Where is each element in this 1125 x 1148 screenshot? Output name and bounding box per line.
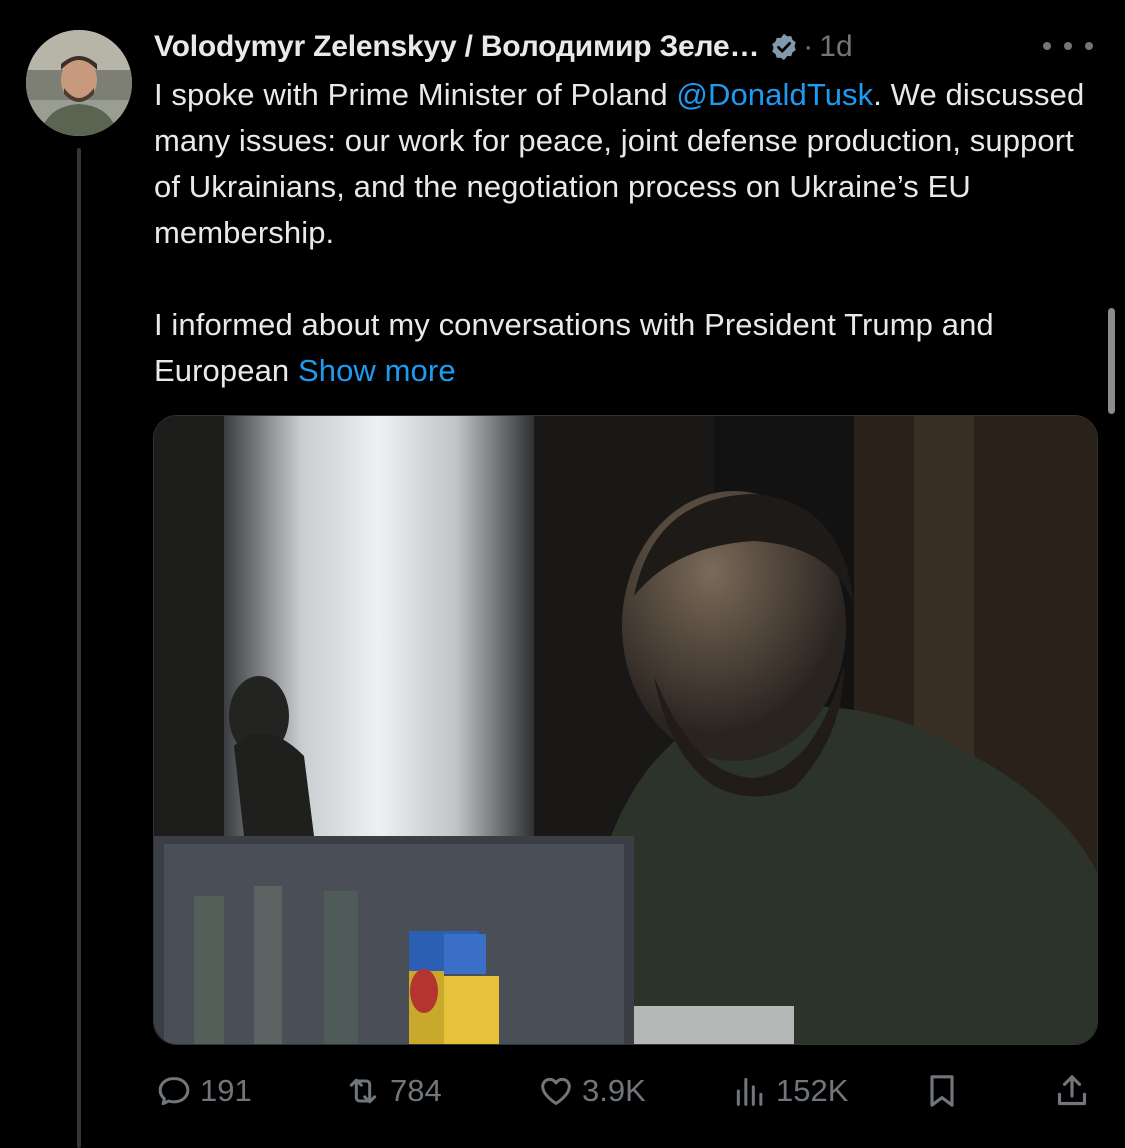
tweet-text-part: I spoke with Prime Minister of Poland <box>154 77 677 112</box>
more-horizontal-icon <box>1043 42 1051 50</box>
reply-count: 191 <box>200 1073 252 1108</box>
like-count: 3.9K <box>582 1073 646 1108</box>
reply-button[interactable]: 191 <box>154 1065 252 1117</box>
header-separator: · <box>803 30 814 63</box>
views-count: 152K <box>776 1073 849 1108</box>
tweet-paragraph-1: I spoke with Prime Minister of Poland @D… <box>154 72 1104 256</box>
share-button[interactable] <box>1052 1065 1092 1117</box>
views-chart-icon <box>736 1077 763 1106</box>
bookmark-icon <box>930 1075 954 1107</box>
repost-button[interactable]: 784 <box>342 1065 442 1117</box>
tweet-photo[interactable] <box>153 415 1098 1045</box>
share-icon <box>1057 1075 1087 1106</box>
reply-icon <box>158 1077 190 1106</box>
tweet-text-part: I informed about my conversations with P… <box>154 307 994 388</box>
tweet-body: I spoke with Prime Minister of Poland @D… <box>154 72 1104 394</box>
verified-badge-icon[interactable] <box>769 32 799 62</box>
more-options-button[interactable] <box>1043 34 1093 58</box>
repost-count: 784 <box>390 1073 442 1108</box>
author-display-name[interactable]: Volodymyr Zelenskyy / Володимир Зеле… <box>154 30 759 64</box>
tweet-timestamp[interactable]: 1d <box>819 30 852 64</box>
avatar[interactable] <box>26 30 132 136</box>
avatar-image <box>26 30 132 136</box>
thread-connector-line <box>77 148 81 1148</box>
bookmark-button[interactable] <box>922 1065 962 1117</box>
like-button[interactable]: 3.9K <box>536 1065 646 1117</box>
tweet-actions-bar: 191 784 3.9K 152K <box>154 1065 1099 1117</box>
repost-icon <box>349 1078 377 1104</box>
scrollbar-thumb[interactable] <box>1108 308 1115 414</box>
show-more-link[interactable]: Show more <box>298 353 456 388</box>
mention-link[interactable]: @DonaldTusk <box>676 77 873 112</box>
photo-image <box>154 416 1097 1044</box>
heart-icon <box>541 1077 571 1105</box>
tweet-paragraph-2: I informed about my conversations with P… <box>154 302 1104 394</box>
tweet-header: Volodymyr Zelenskyy / Володимир Зеле… · … <box>154 22 1099 72</box>
views-button[interactable]: 152K <box>730 1065 848 1117</box>
